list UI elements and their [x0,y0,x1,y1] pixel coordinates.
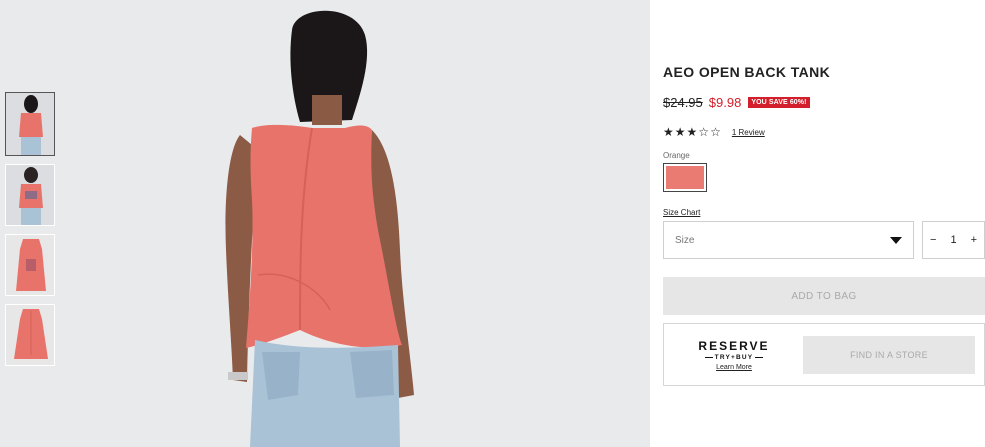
rating-row: ★ ★ ★ ☆ ☆ 1 Review [663,125,765,139]
thumbnail-back-view[interactable] [5,92,55,156]
quantity-stepper: − 1 + [922,221,985,259]
reserve-title: RESERVE [698,339,770,353]
star-filled-icon: ★ [686,125,699,139]
find-in-store-button[interactable]: FIND IN A STORE [803,336,975,374]
quantity-value[interactable]: 1 [950,234,956,246]
quantity-decrease-button[interactable]: − [930,234,936,246]
color-label: Orange [663,151,690,160]
product-gallery [0,0,650,447]
product-title: AEO OPEN BACK TANK [663,64,831,80]
reserve-logo: RESERVE TRY+BUY Learn More [698,339,770,371]
size-dropdown[interactable]: Size [663,221,914,259]
reserve-subtitle: TRY+BUY [698,354,770,361]
savings-badge: YOU SAVE 60%! [748,97,810,108]
thumbnail-front-view[interactable] [5,164,55,226]
size-chart-link[interactable]: Size Chart [663,208,700,217]
color-swatch-fill [666,166,704,189]
caret-down-icon [890,236,902,244]
sale-price: $9.98 [708,95,742,110]
reserve-subtitle-text: TRY+BUY [714,354,754,361]
product-details: AEO OPEN BACK TANK $24.95 $9.98 YOU SAVE… [663,0,985,447]
thumbnail-flat-front[interactable] [5,234,55,296]
thumbnail-flat-back[interactable] [5,304,55,366]
star-rating: ★ ★ ★ ☆ ☆ [663,125,722,139]
size-dropdown-label: Size [675,234,695,246]
store-pickup-panel: RESERVE TRY+BUY Learn More FIND IN A STO… [663,323,985,386]
star-filled-icon: ★ [674,125,687,139]
learn-more-link[interactable]: Learn More [698,364,770,371]
thumbnail-list [5,92,57,374]
quantity-increase-button[interactable]: + [971,234,977,246]
product-main-image[interactable] [0,0,650,447]
product-page: AEO OPEN BACK TANK $24.95 $9.98 YOU SAVE… [0,0,985,447]
price-row: $24.95 $9.98 YOU SAVE 60%! [663,95,810,110]
star-filled-icon: ★ [663,125,675,139]
star-empty-icon: ☆ [710,125,722,139]
star-empty-icon: ☆ [698,125,711,139]
color-swatch-orange[interactable] [663,163,707,192]
reviews-link[interactable]: 1 Review [732,128,765,137]
original-price: $24.95 [663,95,703,110]
divider-line [704,357,713,358]
divider-line [755,357,764,358]
add-to-bag-button[interactable]: ADD TO BAG [663,277,985,315]
